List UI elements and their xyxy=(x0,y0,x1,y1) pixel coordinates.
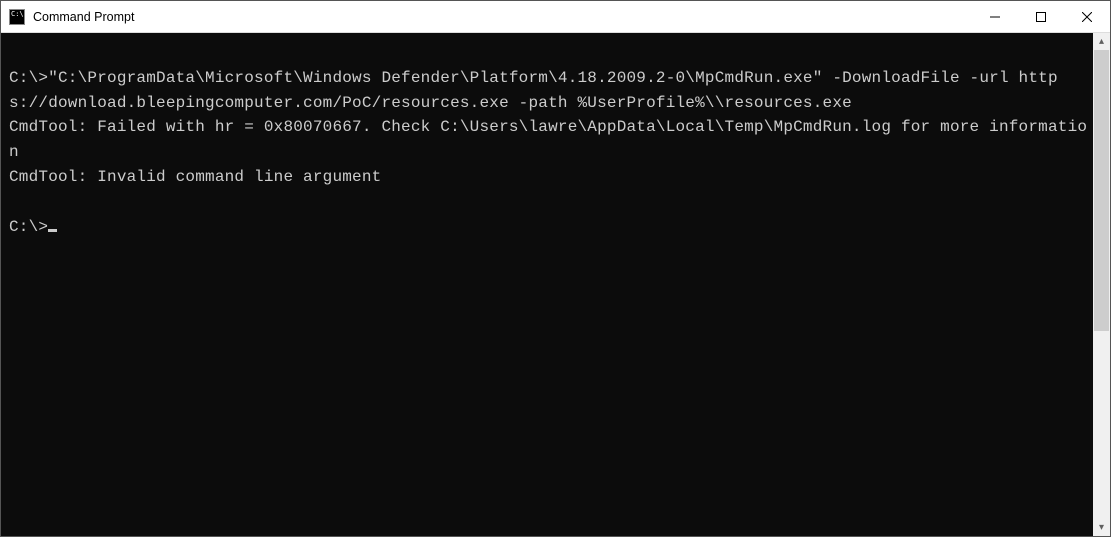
client-area: C:\>"C:\ProgramData\Microsoft\Windows De… xyxy=(1,33,1110,536)
chevron-up-icon: ▴ xyxy=(1099,36,1104,47)
terminal-line: CmdTool: Failed with hr = 0x80070667. Ch… xyxy=(9,118,1087,161)
scroll-down-button[interactable]: ▾ xyxy=(1093,519,1110,536)
maximize-icon xyxy=(1036,12,1046,22)
command-prompt-window: Command Prompt C:\>"C:\ProgramData\Mic xyxy=(0,0,1111,537)
minimize-button[interactable] xyxy=(972,1,1018,32)
minimize-icon xyxy=(990,12,1000,22)
terminal-line: CmdTool: Invalid command line argument xyxy=(9,168,381,186)
close-icon xyxy=(1082,12,1092,22)
titlebar[interactable]: Command Prompt xyxy=(1,1,1110,33)
terminal-line: C:\>"C:\ProgramData\Microsoft\Windows De… xyxy=(9,69,1058,112)
cursor-icon xyxy=(48,229,57,232)
chevron-down-icon: ▾ xyxy=(1099,522,1104,533)
maximize-button[interactable] xyxy=(1018,1,1064,32)
scroll-up-button[interactable]: ▴ xyxy=(1093,33,1110,50)
window-controls xyxy=(972,1,1110,32)
scrollbar-track[interactable] xyxy=(1093,50,1110,519)
cmd-icon xyxy=(9,9,25,25)
vertical-scrollbar[interactable]: ▴ ▾ xyxy=(1093,33,1110,536)
close-button[interactable] xyxy=(1064,1,1110,32)
terminal-output[interactable]: C:\>"C:\ProgramData\Microsoft\Windows De… xyxy=(1,33,1093,536)
scrollbar-thumb[interactable] xyxy=(1094,50,1109,331)
terminal-prompt: C:\> xyxy=(9,218,48,236)
window-title: Command Prompt xyxy=(33,10,972,24)
